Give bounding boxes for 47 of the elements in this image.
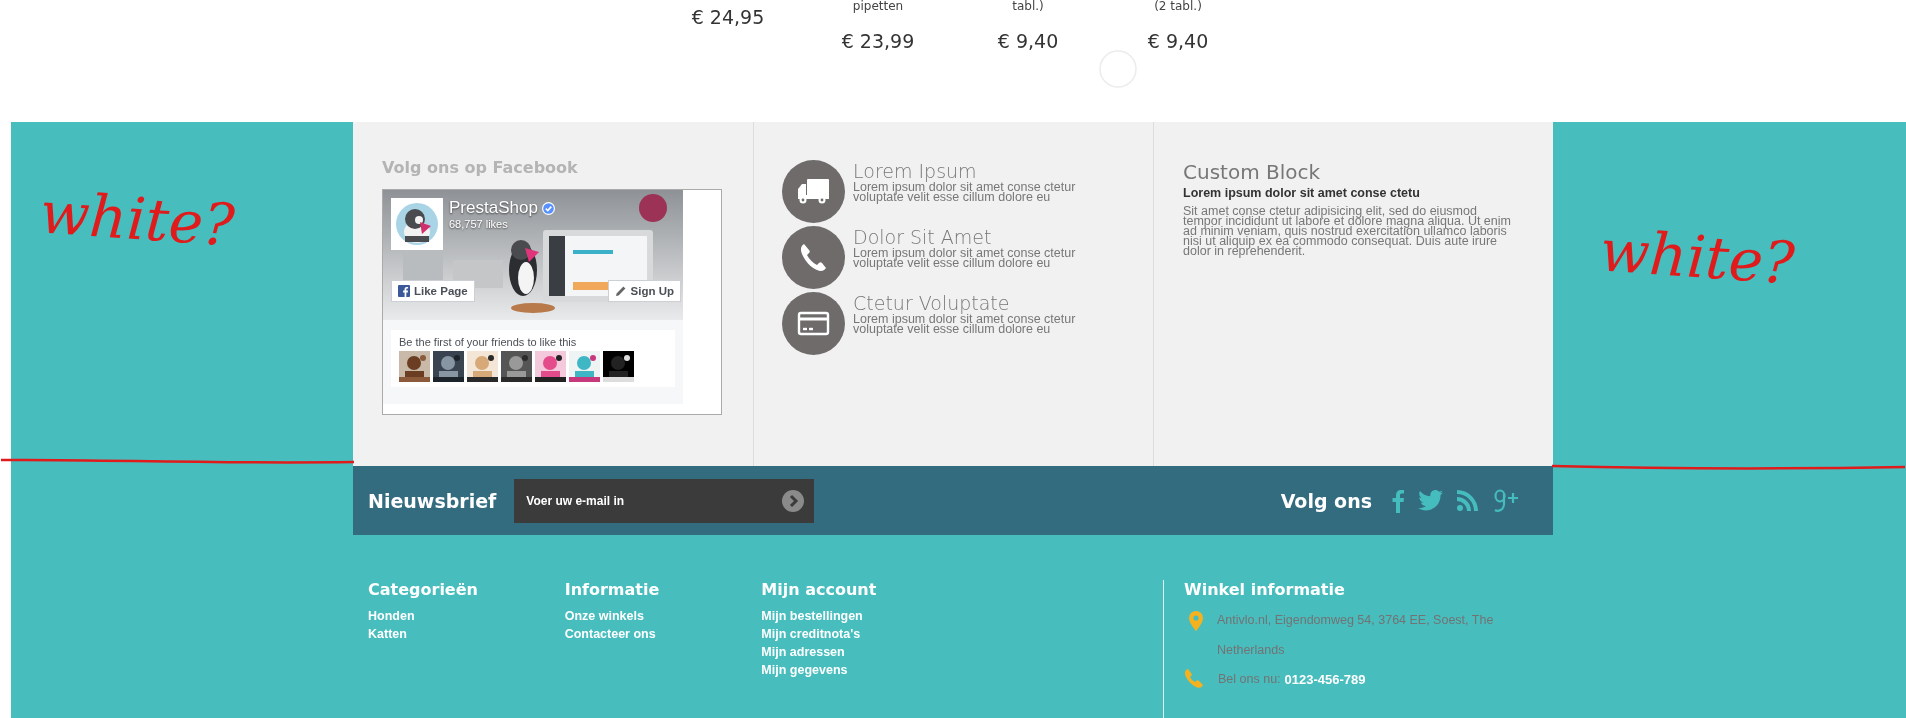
feature-title: Lorem Ipsum: [853, 160, 978, 182]
google-plus-icon[interactable]: [1492, 487, 1518, 514]
phone-icon: [1184, 669, 1204, 689]
phone-label: Bel ons nu:: [1218, 672, 1281, 686]
friends-text: Be the first of your friends to like this: [399, 336, 578, 348]
column-title: Informatie: [564, 580, 661, 599]
feature-text: Lorem ipsum dolor sit amet conse ctetur voluptate velit esse cillum dolore eu: [853, 182, 1077, 202]
handwritten-note: white?: [1598, 221, 1797, 293]
store-address: Antivlo.nl, Eigendomweg 54, 3764 EE, Soest, The Netherlands: [1217, 612, 1495, 659]
phone-number: 0123-456-789: [1284, 671, 1366, 687]
handwritten-note: white?: [38, 183, 237, 255]
footer-link[interactable]: Mijn bestellingen: [761, 607, 958, 625]
product-name: pipetten: [852, 0, 904, 12]
feature-text: Lorem ipsum dolor sit amet conse ctetur voluptate velit esse cillum dolore eu: [853, 314, 1077, 334]
product-price: € 23,99: [841, 30, 915, 52]
footer-link[interactable]: Honden: [368, 607, 565, 625]
email-field[interactable]: Voer uw e-mail in: [514, 478, 815, 523]
footer-link[interactable]: Mijn creditnota's: [761, 625, 958, 643]
feature-title: Dolor Sit Amet: [853, 226, 993, 248]
footer-link[interactable]: Mijn gegevens: [761, 661, 958, 679]
follow-label: Volg ons: [1280, 489, 1372, 512]
feature-title: Ctetur Voluptate: [853, 292, 1011, 314]
product-price: € 9,40: [1147, 30, 1209, 52]
footer-link[interactable]: Mijn adressen: [761, 643, 958, 661]
footer-link[interactable]: Contacteer ons: [564, 625, 762, 643]
block-text: Sit amet conse ctetur adipisicing elit, sed do eiusmod tempor incididunt ut labore et dolore magna aliqua. Ut enim ad minim veniam, quis nostrud exercitation ullamco laboris nisi ut aliquip ex ea commodo consequat. Duis aute irure dolor in reprehenderit.: [1183, 206, 1512, 256]
footer-link[interactable]: Onze winkels: [564, 607, 762, 625]
truck-icon: [782, 160, 845, 223]
product-name: (2 tabl.): [1154, 0, 1202, 12]
column-title: Mijn account: [761, 580, 878, 599]
location-pin-icon: [1189, 611, 1203, 631]
twitter-icon[interactable]: [1418, 490, 1443, 511]
feature-text: Lorem ipsum dolor sit amet conse ctetur voluptate velit esse cillum dolore eu: [853, 248, 1077, 268]
product-price: € 24,95: [691, 6, 765, 28]
column-title: Categorieën: [368, 580, 479, 599]
section-heading: Volg ons op Facebook: [382, 158, 579, 177]
block-subtitle: Lorem ipsum dolor sit amet conse ctetu: [1183, 186, 1421, 200]
credit-card-icon: [782, 292, 845, 355]
facebook-icon[interactable]: [1392, 488, 1404, 513]
newsletter-label: Nieuwsbrief: [368, 489, 497, 512]
block-title: Custom Block: [1183, 160, 1322, 184]
phone-icon: [782, 226, 845, 289]
product-name: tabl.): [1012, 0, 1044, 12]
column-title: Winkel informatie: [1184, 580, 1346, 599]
product-price: € 9,40: [997, 30, 1059, 52]
footer-link[interactable]: Katten: [368, 625, 565, 643]
rss-icon[interactable]: [1457, 490, 1478, 511]
